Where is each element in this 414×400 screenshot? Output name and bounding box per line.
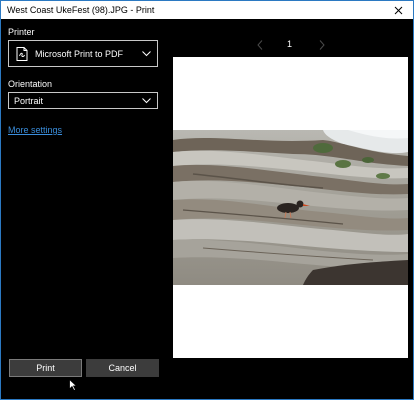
- print-dialog: West Coast UkeFest (98).JPG - Print Prin…: [0, 0, 414, 400]
- previous-page-icon[interactable]: [257, 40, 263, 50]
- close-icon: [394, 6, 402, 14]
- printer-label: Printer: [8, 27, 35, 37]
- chevron-down-icon: [142, 98, 151, 104]
- mouse-cursor-icon: [69, 379, 77, 391]
- window-title: West Coast UkeFest (98).JPG - Print: [7, 5, 155, 15]
- orientation-value: Portrait: [14, 96, 44, 106]
- orientation-label: Orientation: [8, 79, 53, 89]
- print-preview-page: [173, 57, 408, 358]
- page-navigation: 1: [251, 38, 331, 52]
- pdf-printer-icon: [16, 47, 28, 61]
- print-button[interactable]: Print: [9, 359, 82, 377]
- orientation-select[interactable]: Portrait: [8, 92, 158, 109]
- chevron-down-icon: [142, 51, 151, 57]
- page-number: 1: [287, 39, 293, 49]
- printer-select[interactable]: Microsoft Print to PDF: [8, 40, 158, 67]
- close-button[interactable]: [383, 1, 413, 19]
- title-bar: West Coast UkeFest (98).JPG - Print: [1, 1, 413, 19]
- more-settings-link[interactable]: More settings: [8, 125, 62, 136]
- settings-pane: Printer Microsoft Print to PDF Orientati…: [1, 19, 167, 399]
- printer-value: Microsoft Print to PDF: [35, 49, 124, 59]
- cancel-button[interactable]: Cancel: [86, 359, 159, 377]
- photo-preview-image: [173, 130, 408, 285]
- next-page-icon[interactable]: [319, 40, 325, 50]
